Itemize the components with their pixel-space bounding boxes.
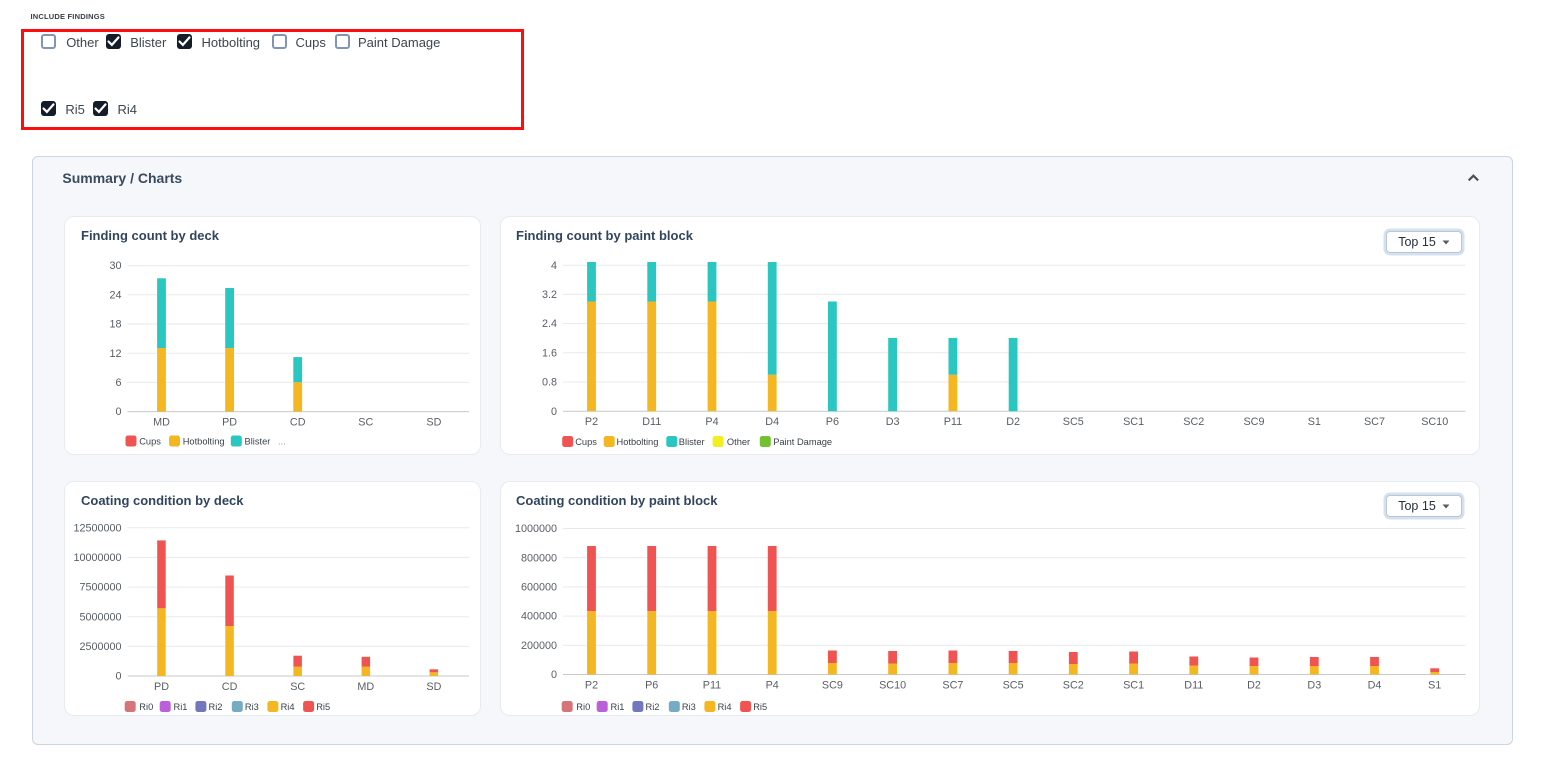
svg-text:MD: MD <box>153 416 170 428</box>
svg-text:0: 0 <box>115 406 121 418</box>
svg-text:6: 6 <box>115 377 121 389</box>
svg-text:SD: SD <box>426 416 441 428</box>
svg-text:18: 18 <box>109 319 121 331</box>
svg-text:SC10: SC10 <box>879 679 906 691</box>
svg-text:SC1: SC1 <box>1123 679 1144 691</box>
svg-text:Ri0: Ri0 <box>139 702 153 712</box>
svg-text:24: 24 <box>109 289 121 301</box>
svg-text:D2: D2 <box>1247 679 1261 691</box>
svg-text:...: ... <box>278 437 286 447</box>
svg-text:0.8: 0.8 <box>542 377 557 389</box>
svg-text:5000000: 5000000 <box>79 611 121 623</box>
svg-text:Blister: Blister <box>679 437 705 447</box>
svg-text:600000: 600000 <box>521 582 557 594</box>
svg-text:P2: P2 <box>585 679 598 691</box>
svg-text:7500000: 7500000 <box>79 582 121 594</box>
svg-text:P4: P4 <box>705 416 718 428</box>
svg-text:SC7: SC7 <box>942 679 963 691</box>
svg-text:SC10: SC10 <box>1421 416 1448 428</box>
svg-text:P2: P2 <box>585 416 598 428</box>
svg-text:SC: SC <box>358 416 373 428</box>
svg-text:2.4: 2.4 <box>542 318 557 330</box>
svg-text:P6: P6 <box>645 679 658 691</box>
svg-text:PD: PD <box>154 681 169 693</box>
svg-text:Paint Damage: Paint Damage <box>773 437 832 447</box>
svg-text:Ri2: Ri2 <box>646 702 660 712</box>
svg-text:0: 0 <box>551 669 557 681</box>
svg-text:10000000: 10000000 <box>73 552 121 564</box>
svg-text:SC7: SC7 <box>1364 416 1385 428</box>
svg-text:Ri1: Ri1 <box>611 702 625 712</box>
svg-text:P4: P4 <box>766 679 779 691</box>
svg-text:Ri0: Ri0 <box>576 702 590 712</box>
svg-text:1000000: 1000000 <box>515 523 557 535</box>
svg-text:SD: SD <box>426 681 441 693</box>
svg-text:Hotbolting: Hotbolting <box>183 437 225 447</box>
svg-text:0: 0 <box>115 671 121 683</box>
svg-text:P11: P11 <box>703 679 721 691</box>
svg-text:SC: SC <box>290 681 305 693</box>
svg-text:Cups: Cups <box>139 437 161 447</box>
svg-text:12: 12 <box>109 348 121 360</box>
svg-text:S1: S1 <box>1308 416 1321 428</box>
svg-text:P11: P11 <box>944 416 962 428</box>
svg-text:S1: S1 <box>1428 679 1441 691</box>
svg-text:3.2: 3.2 <box>542 289 557 301</box>
svg-text:Ri4: Ri4 <box>718 702 732 712</box>
svg-text:D3: D3 <box>1307 679 1321 691</box>
svg-text:Other: Other <box>727 437 750 447</box>
svg-text:MD: MD <box>357 681 374 693</box>
svg-text:Ri3: Ri3 <box>682 702 696 712</box>
svg-text:D4: D4 <box>765 416 779 428</box>
svg-text:D11: D11 <box>642 416 661 428</box>
svg-text:D4: D4 <box>1368 679 1382 691</box>
svg-text:SC5: SC5 <box>1063 416 1084 428</box>
svg-text:2500000: 2500000 <box>79 641 121 653</box>
svg-text:Ri5: Ri5 <box>753 702 767 712</box>
svg-text:Cups: Cups <box>575 437 597 447</box>
svg-text:P6: P6 <box>826 416 839 428</box>
svg-text:SC2: SC2 <box>1063 679 1084 691</box>
svg-text:Ri2: Ri2 <box>209 702 223 712</box>
svg-text:Hotbolting: Hotbolting <box>617 437 659 447</box>
svg-text:SC9: SC9 <box>1243 416 1264 428</box>
svg-text:CD: CD <box>222 681 238 693</box>
svg-text:D3: D3 <box>886 416 900 428</box>
svg-text:12500000: 12500000 <box>73 522 121 534</box>
svg-text:400000: 400000 <box>521 611 557 623</box>
svg-text:200000: 200000 <box>521 640 557 652</box>
svg-text:SC9: SC9 <box>822 679 843 691</box>
svg-text:D2: D2 <box>1006 416 1020 428</box>
svg-text:D11: D11 <box>1184 679 1203 691</box>
svg-text:0: 0 <box>551 406 557 418</box>
svg-text:Ri4: Ri4 <box>281 702 295 712</box>
svg-text:Ri5: Ri5 <box>316 702 330 712</box>
svg-text:Ri1: Ri1 <box>174 702 188 712</box>
svg-text:Ri3: Ri3 <box>245 702 259 712</box>
svg-text:800000: 800000 <box>521 552 557 564</box>
svg-text:30: 30 <box>109 260 121 272</box>
svg-text:CD: CD <box>290 416 306 428</box>
svg-text:Blister: Blister <box>245 437 271 447</box>
svg-text:PD: PD <box>222 416 237 428</box>
svg-text:SC5: SC5 <box>1003 679 1024 691</box>
svg-text:1.6: 1.6 <box>542 347 557 359</box>
svg-text:4: 4 <box>551 260 557 272</box>
svg-text:SC2: SC2 <box>1183 416 1204 428</box>
svg-text:SC1: SC1 <box>1123 416 1144 428</box>
